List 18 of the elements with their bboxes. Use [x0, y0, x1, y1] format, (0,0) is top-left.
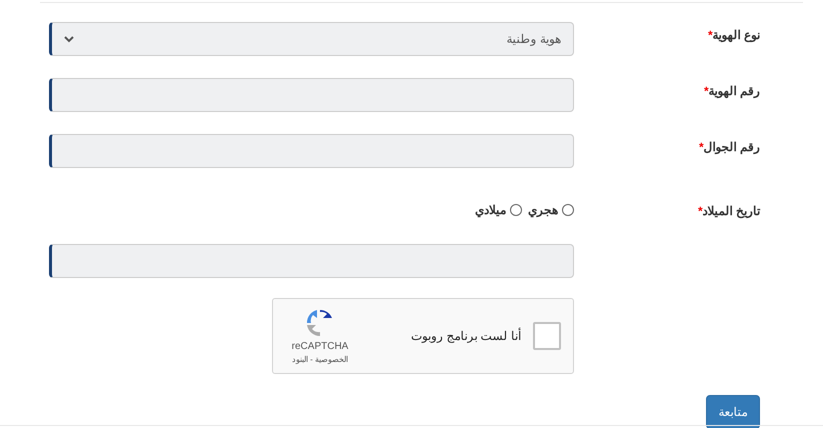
chevron-down-icon	[64, 36, 74, 42]
radio-button[interactable]	[510, 204, 522, 216]
radio-label: ميلادي	[475, 202, 506, 219]
checkbox[interactable]	[533, 322, 561, 350]
continue-button[interactable]: متابعة	[706, 395, 760, 428]
radio-button[interactable]	[562, 204, 574, 216]
brand-text: reCAPTCHA	[292, 340, 348, 354]
radio-label: هجري	[528, 202, 558, 219]
field-label: رقم الهوية*	[704, 84, 760, 98]
captcha-text: أنا لست برنامج روبوت	[410, 327, 521, 345]
field-label: رقم الجوال*	[698, 140, 760, 154]
privacy-terms-link[interactable]: الخصوصية - البنود	[292, 354, 348, 366]
id-type-select[interactable]: هوية وطنية	[49, 22, 574, 56]
input-field[interactable]	[49, 134, 574, 168]
field-label: تاريخ الميلاد*	[698, 204, 760, 218]
input-field[interactable]	[49, 78, 574, 112]
birth-date-input[interactable]	[49, 244, 574, 278]
field-label: نوع الهوية*	[708, 28, 760, 42]
